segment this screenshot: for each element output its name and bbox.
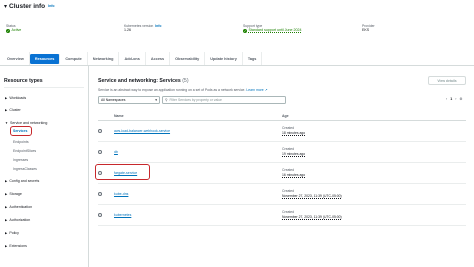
kubernetes-version-field: Kubernetes version Info 1.26 xyxy=(124,24,161,33)
settings-gear-icon[interactable]: ⚙ xyxy=(459,97,462,101)
chevron-down-icon: ▾ xyxy=(155,98,157,102)
sidebar-group-authentication[interactable]: ▶ Authentication xyxy=(5,205,32,209)
support-type-field: Support type ✓ Standard support until Ju… xyxy=(243,24,301,33)
provider-field: Provider EKS xyxy=(362,24,375,33)
namespace-select[interactable]: All Namespaces ▾ xyxy=(98,96,160,104)
tab-observability[interactable]: Observability xyxy=(170,52,206,65)
sidebar-group-authorization[interactable]: ▶ Authorization xyxy=(5,218,30,222)
service-name-link[interactable]: kube-dns xyxy=(114,192,128,196)
row-radio[interactable] xyxy=(98,213,102,217)
check-circle-icon: ✓ xyxy=(243,28,247,33)
age-label: Created xyxy=(282,126,295,130)
sidebar-title: Resource types xyxy=(4,78,43,84)
table-row: kube-dns Created November 27, 2023, 11:3… xyxy=(98,185,466,205)
status-field: Status ✓ Active xyxy=(6,24,21,33)
page-title: Cluster info xyxy=(9,2,46,10)
table-row: kubernetes Created November 27, 2023, 11… xyxy=(98,206,466,226)
sidebar-group-cluster[interactable]: ▶ Cluster xyxy=(5,108,21,112)
table-row: db Created 19 minutes ago xyxy=(98,143,466,163)
age-label: Created xyxy=(282,168,295,172)
tab-access[interactable]: Access xyxy=(146,52,171,65)
sidebar-item-endpoints[interactable]: Endpoints xyxy=(13,140,29,144)
age-label: Created xyxy=(282,189,295,193)
collapse-chevron-icon[interactable]: ▾ xyxy=(4,3,7,10)
sidebar-group-workloads[interactable]: ▶ Workloads xyxy=(5,96,26,100)
caret-down-icon: ▼ xyxy=(5,121,8,125)
table-row: aws-load-balancer-webhook-service Create… xyxy=(98,122,466,142)
view-details-button[interactable]: View details xyxy=(428,76,466,85)
panel-description: Service is an abstract way to expose an … xyxy=(98,88,268,92)
tab-add-ons[interactable]: Add-ons xyxy=(119,52,146,65)
info-link[interactable]: Info xyxy=(155,24,161,28)
caret-right-icon: ▶ xyxy=(5,205,8,209)
tab-overview[interactable]: Overview xyxy=(2,52,30,65)
age-value: November 27, 2023, 11:39 (UTC-05:00) xyxy=(282,215,342,219)
sidebar-group-policy[interactable]: ▶ Policy xyxy=(5,231,19,235)
sidebar-item-endpointslices[interactable]: EndpointSlices xyxy=(13,149,36,153)
sidebar-item-ingresses[interactable]: Ingresses xyxy=(13,158,28,162)
external-link-icon: ↗ xyxy=(264,88,268,92)
check-circle-icon: ✓ xyxy=(6,28,10,33)
sidebar-item-ingressclasses[interactable]: IngressClasses xyxy=(13,167,37,171)
caret-right-icon: ▶ xyxy=(5,231,8,235)
search-icon: ⚲ xyxy=(165,98,168,102)
caret-right-icon: ▶ xyxy=(5,218,8,222)
age-value: 18 minutes ago xyxy=(282,131,306,135)
caret-right-icon: ▶ xyxy=(5,244,8,248)
info-link[interactable]: Info xyxy=(48,4,54,8)
resource-types-sidebar: Resource types ▶ Workloads ▶ Cluster ▼ Serv… xyxy=(0,66,89,267)
tab-resources[interactable]: Resources xyxy=(29,53,61,64)
age-value: 19 minutes ago xyxy=(282,152,306,156)
caret-right-icon: ▶ xyxy=(5,179,8,183)
next-page-icon[interactable]: › xyxy=(455,97,456,101)
services-count: (5) xyxy=(182,78,189,84)
tab-tags[interactable]: Tags xyxy=(243,52,263,65)
service-name-link[interactable]: aws-load-balancer-webhook-service xyxy=(114,129,170,133)
column-header-age[interactable]: Age xyxy=(282,114,289,118)
column-header-name[interactable]: Name xyxy=(114,114,124,118)
tab-update-history[interactable]: Update history xyxy=(205,52,243,65)
highlight-box xyxy=(10,126,32,136)
sidebar-group-service-networking[interactable]: ▼ Service and networking xyxy=(5,121,47,125)
service-name-link[interactable]: db xyxy=(114,150,118,154)
prev-page-icon[interactable]: ‹ xyxy=(446,97,447,101)
table-row: fargate-service Created 16 minutes ago xyxy=(98,164,466,184)
highlight-box xyxy=(95,164,150,180)
row-radio[interactable] xyxy=(98,129,102,133)
page-header: ▾ Cluster info Info xyxy=(0,0,474,12)
provider-value: EKS xyxy=(362,28,370,32)
status-value: ✓ Active xyxy=(6,28,22,33)
pagination: ‹ 1 › ⚙ xyxy=(446,97,463,101)
age-label: Created xyxy=(282,147,295,151)
panel-title: Service and networking: Services (5) xyxy=(98,78,189,84)
kubernetes-version-value: 1.26 xyxy=(124,28,131,32)
age-value: 16 minutes ago xyxy=(282,173,306,177)
table-header: Name Age xyxy=(98,112,466,121)
support-type-value: ✓ Standard support until June 2024 xyxy=(243,28,302,33)
cluster-tabs: Overview Resources Compute Networking Ad… xyxy=(0,52,474,66)
tab-networking[interactable]: Networking xyxy=(88,52,120,65)
age-value: November 27, 2023, 11:39 (UTC-05:00) xyxy=(282,194,342,198)
page-number[interactable]: 1 xyxy=(450,97,452,101)
cluster-summary: Status ✓ Active Kubernetes version Info 1… xyxy=(6,24,466,40)
filter-search-input[interactable]: ⚲ Filter Services by property or value xyxy=(162,96,286,104)
sidebar-group-storage[interactable]: ▶ Storage xyxy=(5,192,22,196)
row-radio[interactable] xyxy=(98,150,102,154)
age-label: Created xyxy=(282,210,295,214)
learn-more-link[interactable]: Learn more ↗ xyxy=(246,88,267,92)
caret-right-icon: ▶ xyxy=(5,192,8,196)
sidebar-group-config-secrets[interactable]: ▶ Config and secrets xyxy=(5,179,39,183)
services-panel: Service and networking: Services (5) Vie… xyxy=(92,66,472,267)
service-name-link[interactable]: kubernetes xyxy=(114,213,131,217)
caret-right-icon: ▶ xyxy=(5,96,8,100)
tab-compute[interactable]: Compute xyxy=(60,52,88,65)
sidebar-group-extensions[interactable]: ▶ Extensions xyxy=(5,244,27,248)
divider xyxy=(4,87,84,88)
caret-right-icon: ▶ xyxy=(5,108,8,112)
row-radio[interactable] xyxy=(98,192,102,196)
